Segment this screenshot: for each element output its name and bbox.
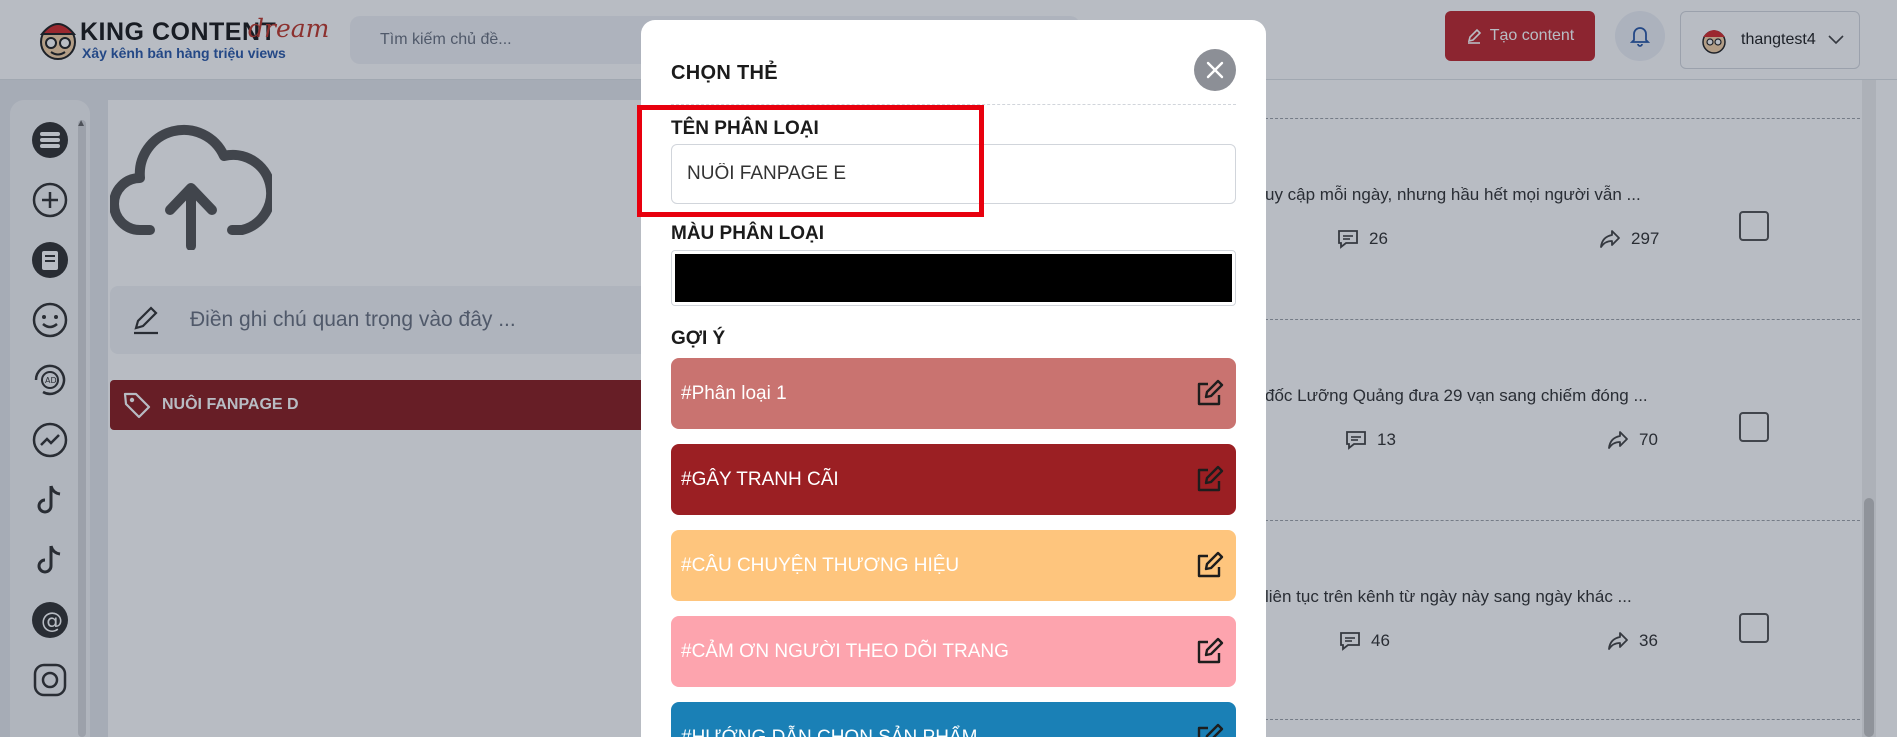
suggestion-label: #Phân loại 1 bbox=[681, 382, 787, 404]
edit-icon[interactable] bbox=[1194, 637, 1224, 667]
suggestion-label: #CẢM ƠN NGƯỜI THEO DÕI TRANG bbox=[681, 640, 1009, 662]
suggestion-item[interactable]: #GÂY TRANH CÃI bbox=[671, 444, 1236, 515]
tag-color-picker[interactable] bbox=[671, 250, 1236, 306]
edit-icon[interactable] bbox=[1194, 379, 1224, 409]
annotation-highlight-box bbox=[637, 105, 984, 217]
close-icon bbox=[1206, 61, 1224, 79]
suggestion-item[interactable]: #Phân loại 1 bbox=[671, 358, 1236, 429]
edit-icon[interactable] bbox=[1194, 465, 1224, 495]
suggestion-item[interactable]: #CÂU CHUYỆN THƯƠNG HIỆU bbox=[671, 530, 1236, 601]
edit-icon[interactable] bbox=[1194, 723, 1224, 737]
edit-icon[interactable] bbox=[1194, 551, 1224, 581]
suggestion-label: #HƯỚNG DẪN CHỌN SẢN PHẨM bbox=[681, 726, 978, 737]
suggestion-item[interactable]: #CẢM ƠN NGƯỜI THEO DÕI TRANG bbox=[671, 616, 1236, 687]
tag-color-label: MÀU PHÂN LOẠI bbox=[671, 223, 825, 244]
suggestion-label: #GÂY TRANH CÃI bbox=[681, 468, 839, 490]
suggestion-label: #CÂU CHUYỆN THƯƠNG HIỆU bbox=[681, 554, 960, 576]
suggestion-item[interactable]: #HƯỚNG DẪN CHỌN SẢN PHẨM bbox=[671, 702, 1236, 737]
close-button[interactable] bbox=[1194, 49, 1236, 91]
modal-title: CHỌN THẺ bbox=[671, 62, 778, 84]
suggestions-label: GỢI Ý bbox=[671, 328, 726, 349]
tag-color-fill bbox=[675, 254, 1232, 302]
